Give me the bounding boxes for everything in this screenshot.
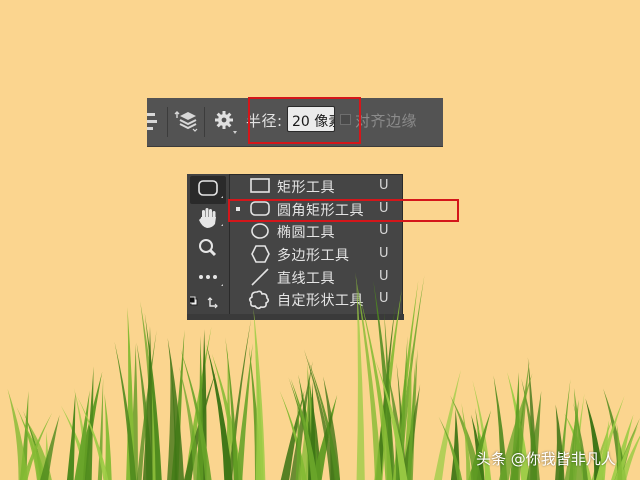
grass-blade [40, 414, 60, 480]
watermark: 头条 @你我皆非凡人 [476, 450, 616, 468]
grass-illustration [7, 271, 640, 480]
grass-blade [66, 392, 76, 480]
grass-blade [104, 393, 112, 480]
